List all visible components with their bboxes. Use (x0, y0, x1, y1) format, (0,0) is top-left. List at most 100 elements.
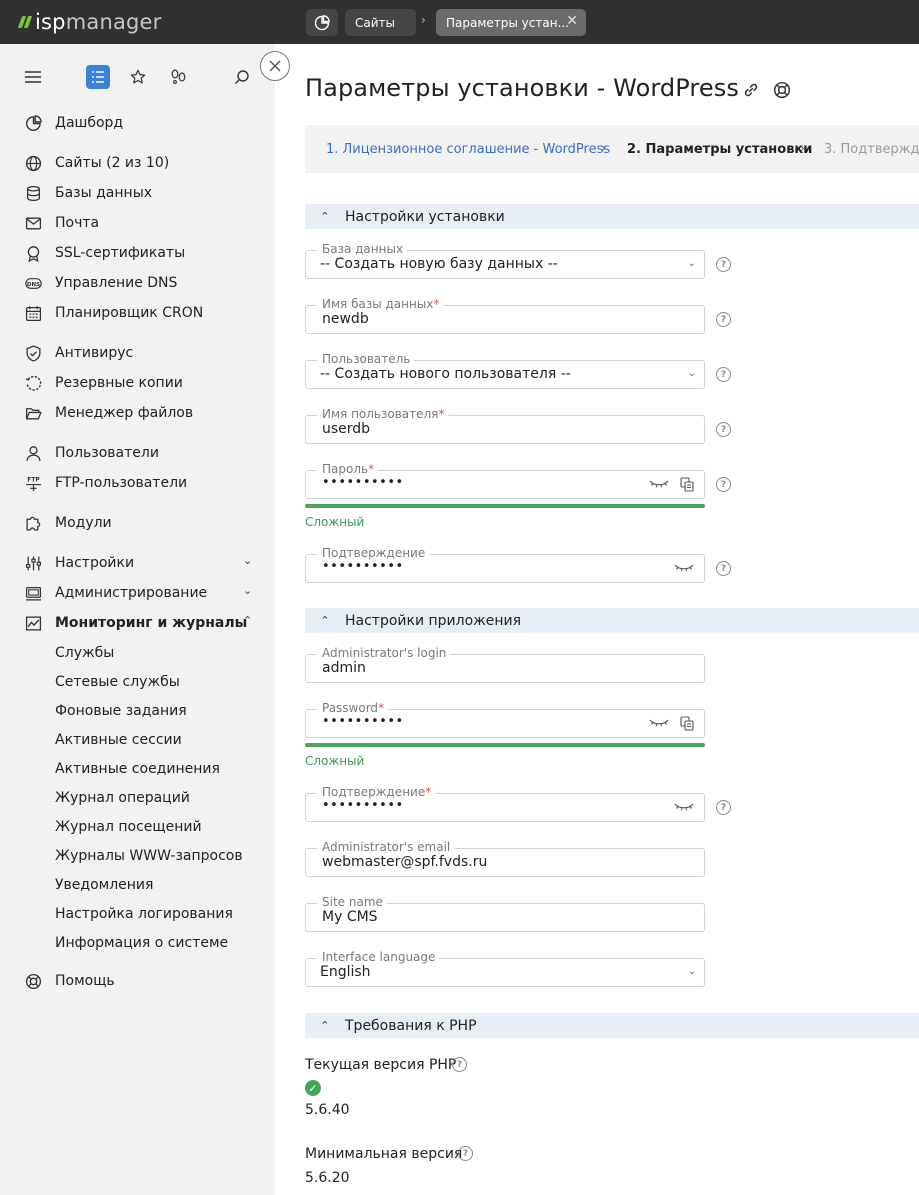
footprints-icon[interactable] (167, 65, 191, 89)
sidebar-item-users[interactable]: Пользователи (24, 442, 159, 464)
help-icon[interactable]: ? (716, 422, 731, 437)
tab-sites-label: Сайты (355, 15, 395, 30)
admin-login-input[interactable]: Administrator's login admin (305, 646, 705, 683)
close-icon (269, 60, 281, 72)
monitor-icon (24, 584, 42, 602)
link-icon[interactable] (741, 80, 761, 100)
field-label: Password* (317, 701, 389, 715)
section-app-settings[interactable]: ⌃ Настройки приложения (305, 608, 919, 633)
eye-closed-icon[interactable] (649, 478, 669, 490)
close-tab-icon[interactable]: ✕ (566, 13, 578, 29)
sidebar-item-dashboard[interactable]: Дашборд (24, 112, 123, 134)
chevron-down-icon[interactable]: ⌄ (243, 584, 252, 597)
password-confirm-input[interactable]: Подтверждение •••••••••• (305, 546, 705, 583)
star-icon[interactable] (126, 65, 150, 89)
help-icon[interactable]: ? (716, 312, 731, 327)
db-name-input[interactable]: Имя базы данных* newdb (305, 297, 705, 334)
eye-closed-icon[interactable] (649, 717, 669, 729)
site-name-input[interactable]: Site name My CMS (305, 895, 705, 932)
list-view-icon[interactable] (86, 65, 110, 89)
sidebar-subitem-operations-log[interactable]: Журнал операций (55, 788, 190, 808)
sidebar-subitem-background-tasks[interactable]: Фоновые задания (55, 701, 187, 721)
sidebar-item-label: Модули (55, 515, 112, 531)
chevron-up-icon[interactable]: ⌃ (243, 614, 252, 627)
database-select[interactable]: База данных -- Создать новую базу данных… (305, 242, 705, 279)
logo-suffix: manager (65, 10, 162, 34)
chart-icon (24, 614, 42, 632)
field-label: Site name (317, 895, 387, 909)
svg-text:FTP: FTP (27, 476, 40, 483)
sidebar-item-label: Управление DNS (55, 275, 178, 291)
sidebar-item-label: Резервные копии (55, 375, 183, 391)
sidebar-subitem-network-services[interactable]: Сетевые службы (55, 672, 180, 692)
copy-icon[interactable] (680, 477, 694, 492)
logo[interactable]: ispmanager (17, 10, 162, 34)
sidebar-subitem-visits-log[interactable]: Журнал посещений (55, 817, 202, 837)
sidebar-item-label: Пользователи (55, 445, 159, 461)
admin-password-confirm-input[interactable]: Подтверждение* •••••••••• (305, 785, 705, 822)
sidebar-item-label: Сайты (2 из 10) (55, 155, 170, 171)
admin-email-input[interactable]: Administrator's email webmaster@spf.fvds… (305, 840, 705, 877)
help-icon[interactable]: ? (716, 477, 731, 492)
sidebar-item-dns[interactable]: DNS Управление DNS (24, 272, 177, 294)
tab-install-params[interactable]: Параметры устан... ✕ (436, 9, 586, 36)
interface-language-select[interactable]: Interface language English ⌄ (305, 950, 705, 987)
eye-closed-icon[interactable] (674, 562, 694, 574)
ftp-icon: FTP (24, 474, 42, 492)
admin-password-input[interactable]: Password* •••••••••• (305, 701, 705, 738)
chevron-up-icon: ⌃ (320, 210, 330, 223)
user-icon (24, 444, 42, 462)
sidebar-subitem-active-connections[interactable]: Активные соединения (55, 759, 220, 779)
sidebar-subitem-active-sessions[interactable]: Активные сессии (55, 730, 182, 750)
search-icon[interactable] (230, 65, 254, 89)
sidebar-item-ftp-users[interactable]: FTP FTP-пользователи (24, 472, 187, 494)
php-current-value: 5.6.40 (305, 1102, 350, 1118)
user-name-input[interactable]: Имя пользователя* userdb (305, 407, 705, 444)
sidebar-item-cron[interactable]: Планировщик CRON (24, 302, 203, 324)
section-install-settings[interactable]: ⌃ Настройки установки (305, 204, 919, 229)
help-icon[interactable]: ? (458, 1146, 473, 1161)
sidebar-subitem-services[interactable]: Службы (55, 643, 114, 663)
sidebar-item-help[interactable]: Помощь (24, 970, 115, 992)
help-icon[interactable]: ? (716, 800, 731, 815)
field-value: webmaster@spf.fvds.ru (322, 854, 488, 870)
sidebar-item-administration[interactable]: Администрирование (24, 582, 207, 604)
sidebar-item-sites[interactable]: Сайты (2 из 10) (24, 152, 169, 174)
copy-icon[interactable] (680, 716, 694, 731)
sidebar-item-monitoring[interactable]: Мониторинг и журналы (24, 612, 247, 634)
sidebar-item-ssl[interactable]: SSL-сертификаты (24, 242, 185, 264)
sidebar-subitem-logging-settings[interactable]: Настройка логирования (55, 904, 233, 924)
globe-icon (24, 154, 42, 172)
section-php-requirements[interactable]: ⌃ Требования к PHP (305, 1013, 919, 1038)
field-value: newdb (322, 311, 369, 327)
sidebar-item-databases[interactable]: Базы данных (24, 182, 152, 204)
menu-icon[interactable] (21, 65, 45, 89)
sidebar-subitem-notifications[interactable]: Уведомления (55, 875, 153, 895)
mail-icon (24, 214, 42, 232)
page-title: Параметры установки - WordPress (305, 74, 739, 102)
password-input[interactable]: Пароль* •••••••••• (305, 462, 705, 499)
sidebar-item-mail[interactable]: Почта (24, 212, 99, 234)
help-icon[interactable]: ? (452, 1057, 467, 1072)
calendar-icon (24, 304, 42, 322)
sidebar-item-file-manager[interactable]: Менеджер файлов (24, 402, 193, 424)
sidebar-subitem-www-logs[interactable]: Журналы WWW-запросов (55, 846, 243, 866)
eye-closed-icon[interactable] (674, 801, 694, 813)
help-icon[interactable]: ? (716, 257, 731, 272)
dashboard-tab-button[interactable] (306, 9, 338, 36)
sidebar: Дашборд Сайты (2 из 10) Базы данных Почт… (0, 44, 275, 1195)
lifebuoy-icon (24, 972, 42, 990)
help-icon[interactable]: ? (716, 367, 731, 382)
step-license[interactable]: 1. Лицензионное соглашение - WordPress (326, 142, 610, 157)
chevron-down-icon[interactable]: ⌄ (243, 554, 252, 567)
sidebar-subitem-system-info[interactable]: Информация о системе (55, 933, 228, 953)
sidebar-item-backups[interactable]: Резервные копии (24, 372, 183, 394)
sidebar-item-settings[interactable]: Настройки (24, 552, 134, 574)
tab-sites[interactable]: Сайты (345, 9, 416, 36)
help-icon[interactable]: ? (716, 561, 731, 576)
sidebar-item-antivirus[interactable]: Антивирус (24, 342, 133, 364)
help-lifebuoy-icon[interactable] (772, 80, 792, 100)
sidebar-item-modules[interactable]: Модули (24, 512, 112, 534)
close-panel-button[interactable] (260, 51, 290, 81)
user-select[interactable]: Пользователь -- Создать нового пользоват… (305, 352, 705, 389)
